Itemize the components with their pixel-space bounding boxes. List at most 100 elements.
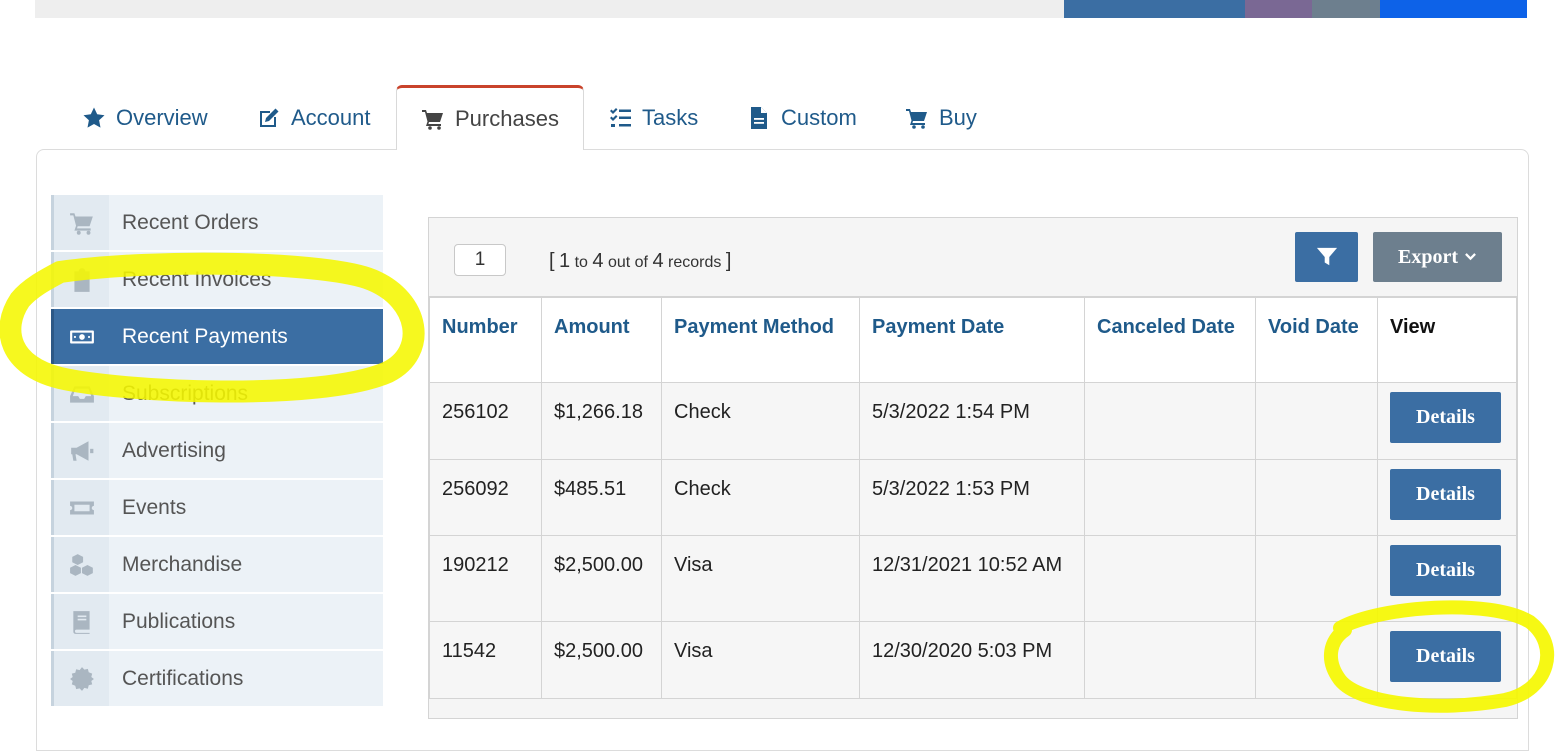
payments-grid: 1 [ 1 to 4 out of 4 records ] Export Num… [428, 217, 1518, 719]
sidebar-item-label: Publications [122, 609, 236, 633]
column-header-void-date[interactable]: Void Date [1255, 297, 1378, 383]
details-button[interactable]: Details [1390, 392, 1501, 443]
tab-tasks[interactable]: Tasks [608, 86, 698, 150]
sidebar-item-merchandise[interactable]: Merchandise [51, 537, 383, 592]
sidebar-item-recent-invoices[interactable]: Recent Invoices [51, 252, 383, 307]
cell-canceled [1084, 459, 1256, 536]
cell-number: 256102 [429, 382, 542, 460]
tab-label: Tasks [642, 105, 699, 130]
cell-canceled [1084, 621, 1256, 699]
cell-void [1255, 535, 1378, 622]
column-header-view: View [1377, 297, 1517, 383]
cart-icon [69, 212, 93, 235]
cell-canceled [1084, 535, 1256, 622]
cell-canceled [1084, 382, 1256, 460]
table-row: 11542 $2,500.00 Visa 12/30/2020 5:03 PM … [429, 621, 1517, 699]
column-header-number[interactable]: Number [429, 297, 542, 383]
tab-account[interactable]: Account [257, 86, 371, 150]
cell-void [1255, 621, 1378, 699]
sidebar-item-label: Advertising [122, 438, 226, 462]
megaphone-icon [70, 440, 93, 461]
cell-date: 12/30/2020 5:03 PM [859, 621, 1085, 699]
tab-label: Buy [939, 105, 977, 130]
tab-label: Overview [116, 105, 208, 130]
tab-buy[interactable]: Buy [905, 86, 977, 150]
tab-custom[interactable]: Custom [747, 86, 857, 150]
export-label: Export [1398, 245, 1458, 268]
sidebar-item-recent-payments[interactable]: Recent Payments [51, 309, 383, 364]
filter-icon [1316, 247, 1337, 266]
cell-method: Visa [661, 621, 860, 699]
chevron-down-icon [1465, 252, 1476, 260]
details-button[interactable]: Details [1390, 469, 1501, 520]
sidebar-item-label: Subscriptions [122, 381, 249, 405]
cell-amount: $485.51 [541, 459, 662, 536]
sidebar-item-label: Events [122, 495, 187, 519]
cart-icon [422, 110, 443, 130]
cell-number: 256092 [429, 459, 542, 536]
certificate-icon [69, 666, 94, 691]
column-header-canceled-date[interactable]: Canceled Date [1084, 297, 1256, 383]
book-icon [72, 610, 90, 634]
sidebar-item-advertising[interactable]: Advertising [51, 423, 383, 478]
table-row: 256092 $485.51 Check 5/3/2022 1:53 PM De… [429, 459, 1517, 536]
purchases-sidebar: Recent Orders Recent Invoices Recent Pay… [51, 195, 383, 708]
sidebar-item-label: Merchandise [122, 552, 243, 576]
cell-method: Check [661, 382, 860, 460]
toolbar-button-purple[interactable] [1245, 0, 1312, 18]
export-button[interactable]: Export [1373, 232, 1502, 282]
tab-label: Purchases [455, 106, 559, 131]
details-button[interactable]: Details [1390, 545, 1501, 596]
inbox-icon [69, 385, 94, 403]
records-summary: [ 1 to 4 out of 4 records ] [549, 250, 732, 272]
table-row: 256102 $1,266.18 Check 5/3/2022 1:54 PM … [429, 382, 1517, 460]
sidebar-item-recent-orders[interactable]: Recent Orders [51, 195, 383, 250]
sidebar-item-certifications[interactable]: Certifications [51, 651, 383, 706]
ticket-icon [69, 501, 94, 514]
cart-icon [906, 109, 927, 129]
page-number-input[interactable]: 1 [454, 244, 506, 276]
tab-label: Account [291, 105, 371, 130]
filter-button[interactable] [1295, 232, 1358, 282]
cell-method: Visa [661, 535, 860, 622]
tab-label: Custom [781, 105, 857, 130]
sidebar-item-events[interactable]: Events [51, 480, 383, 535]
tab-purchases[interactable]: Purchases [396, 85, 584, 150]
grid-toolbar: 1 [ 1 to 4 out of 4 records ] Export [429, 218, 1517, 297]
column-header-payment-method[interactable]: Payment Method [661, 297, 860, 383]
cell-date: 5/3/2022 1:54 PM [859, 382, 1085, 460]
toolbar-button-gray[interactable] [1312, 0, 1380, 18]
top-toolbar [35, 0, 1527, 18]
cell-number: 11542 [429, 621, 542, 699]
cell-method: Check [661, 459, 860, 536]
edit-icon [260, 108, 279, 127]
cell-date: 5/3/2022 1:53 PM [859, 459, 1085, 536]
file-icon [751, 107, 767, 129]
payments-table: Number Amount Payment Method Payment Dat… [429, 297, 1517, 699]
cell-amount: $2,500.00 [541, 535, 662, 622]
clipboard-icon [73, 267, 90, 292]
cell-void [1255, 382, 1378, 460]
column-header-payment-date[interactable]: Payment Date [859, 297, 1085, 383]
sidebar-item-label: Recent Invoices [122, 267, 272, 291]
tab-overview[interactable]: Overview [82, 86, 208, 150]
cell-amount: $2,500.00 [541, 621, 662, 699]
money-icon [69, 330, 94, 343]
details-button[interactable]: Details [1390, 631, 1501, 682]
boxes-icon [69, 553, 93, 576]
table-row: 190212 $2,500.00 Visa 12/31/2021 10:52 A… [429, 535, 1517, 622]
toolbar-button-blue[interactable] [1064, 0, 1245, 18]
sidebar-item-subscriptions[interactable]: Subscriptions [51, 366, 383, 421]
sidebar-item-publications[interactable]: Publications [51, 594, 383, 649]
sidebar-item-label: Recent Orders [122, 210, 259, 234]
cell-date: 12/31/2021 10:52 AM [859, 535, 1085, 622]
star-icon [83, 107, 105, 128]
toolbar-button-bright-blue[interactable] [1380, 0, 1527, 18]
sidebar-item-label: Recent Payments [122, 324, 288, 348]
cell-amount: $1,266.18 [541, 382, 662, 460]
sidebar-item-label: Certifications [122, 666, 244, 690]
list-check-icon [610, 108, 631, 127]
cell-number: 190212 [429, 535, 542, 622]
cell-void [1255, 459, 1378, 536]
column-header-amount[interactable]: Amount [541, 297, 662, 383]
